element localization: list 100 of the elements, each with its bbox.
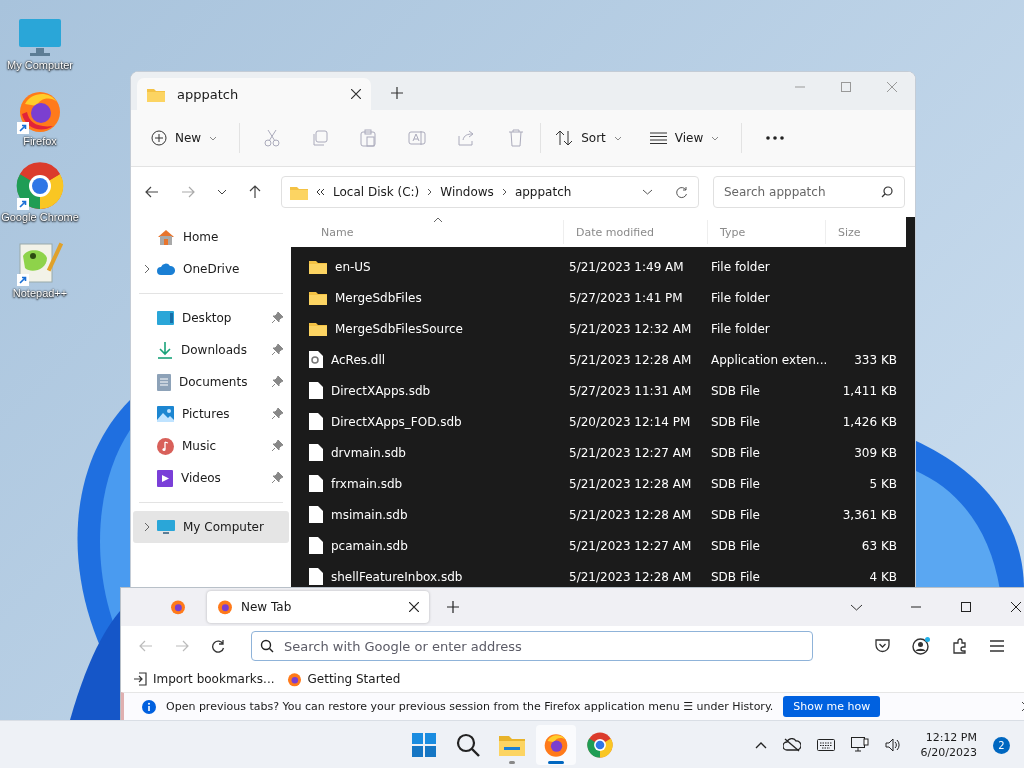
- back-icon[interactable]: [145, 186, 159, 198]
- keyboard-icon[interactable]: [816, 739, 835, 751]
- pin-icon[interactable]: [272, 312, 283, 324]
- sidebar-item[interactable]: Home: [133, 221, 289, 253]
- sidebar-item[interactable]: My Computer: [133, 511, 289, 543]
- file-name[interactable]: AcRes.dll: [331, 352, 386, 367]
- view-button[interactable]: View: [643, 125, 726, 151]
- reload-icon[interactable]: [211, 639, 225, 653]
- caret-icon: [711, 135, 720, 141]
- table-cell-text: 5/21/2023 12:28 AM: [568, 569, 693, 584]
- chevron-down-icon[interactable]: [217, 189, 227, 195]
- more-icon[interactable]: [766, 136, 785, 140]
- close-icon[interactable]: [409, 602, 419, 612]
- column-header[interactable]: Type: [707, 220, 825, 244]
- notepad-icon[interactable]: [17, 240, 63, 286]
- notification-text: Open previous tabs? You can restore your previous session from the Firefox application menu ☰ under History.: [166, 700, 774, 713]
- sidebar-item[interactable]: Desktop: [133, 302, 289, 334]
- file-name[interactable]: pcamain.sdb: [331, 538, 408, 553]
- file-name[interactable]: DirectXApps.sdb: [331, 383, 431, 398]
- file-name[interactable]: MergeSdbFiles: [335, 290, 422, 305]
- table-cell: 4 KB: [869, 569, 897, 584]
- file-name[interactable]: shellFeatureInbox.sdb: [331, 569, 463, 584]
- file-name[interactable]: frxmain.sdb: [331, 476, 403, 491]
- table-cell: 309 KB: [854, 445, 897, 460]
- account-icon[interactable]: [912, 637, 930, 655]
- close-icon[interactable]: [351, 89, 361, 99]
- table-cell: 333 KB: [854, 352, 897, 367]
- monitor-icon: [157, 519, 175, 535]
- sidebar-item[interactable]: Music: [133, 430, 289, 462]
- chrome-icon[interactable]: [16, 162, 64, 210]
- tab-title: apppatch: [177, 86, 240, 102]
- taskbar-app[interactable]: [536, 725, 576, 765]
- sort-button[interactable]: Sort: [549, 124, 628, 152]
- sidebar-item[interactable]: Downloads: [133, 334, 289, 366]
- pin-icon[interactable]: [272, 376, 283, 388]
- breadcrumb[interactable]: Windows: [440, 185, 494, 199]
- cloud-off-icon[interactable]: [782, 738, 801, 752]
- column-header[interactable]: Size: [825, 220, 897, 244]
- table-cell-text: 5/21/2023 12:27 AM: [568, 538, 693, 553]
- pin-icon[interactable]: [272, 472, 283, 484]
- address-field[interactable]: Search with Google or enter address: [251, 631, 813, 661]
- new-tab-icon[interactable]: [447, 601, 459, 613]
- pocket-icon[interactable]: [875, 639, 890, 653]
- extensions-icon[interactable]: [952, 638, 968, 654]
- address-bar[interactable]: Local Disk (C:) Windows apppatch: [281, 176, 699, 208]
- maximize-icon[interactable]: [961, 602, 971, 612]
- expand-chevron-icon[interactable]: [143, 264, 151, 274]
- file-name[interactable]: DirectXApps_FOD.sdb: [331, 414, 462, 429]
- show-me-how-button[interactable]: Show me how: [783, 696, 881, 717]
- up-icon[interactable]: [249, 185, 261, 199]
- new-tab-icon[interactable]: [391, 87, 403, 99]
- table-cell: 5 KB: [869, 476, 897, 491]
- notification-badge[interactable]: 2: [993, 736, 1010, 754]
- table-cell-text: 5/21/2023 1:49 AM: [568, 259, 685, 274]
- file-icon: [309, 382, 323, 399]
- bookmark-item[interactable]: Import bookmarks...: [133, 672, 275, 686]
- sidebar-item[interactable]: Videos: [133, 462, 289, 494]
- pin-icon[interactable]: [272, 440, 283, 452]
- column-header[interactable]: Name: [291, 220, 563, 244]
- column-header[interactable]: Date modified: [563, 220, 707, 244]
- file-name[interactable]: MergeSdbFilesSource: [335, 321, 463, 336]
- chevron-up-icon[interactable]: [754, 741, 767, 749]
- search-icon[interactable]: [881, 186, 893, 198]
- pin-icon[interactable]: [272, 344, 283, 356]
- bookmark-item[interactable]: Getting Started: [286, 671, 401, 687]
- refresh-icon[interactable]: [675, 185, 688, 199]
- house-icon: [157, 229, 175, 245]
- file-icon: [309, 506, 323, 523]
- file-icon: [309, 475, 323, 492]
- browser-tab[interactable]: New Tab: [207, 591, 429, 623]
- network-icon[interactable]: [850, 737, 869, 753]
- table-cell-text: File folder: [710, 259, 771, 274]
- chevron-down-icon[interactable]: [850, 603, 863, 611]
- file-name[interactable]: drvmain.sdb: [331, 445, 406, 460]
- folder-tab[interactable]: apppatch: [137, 78, 371, 110]
- sidebar-item[interactable]: Documents: [133, 366, 289, 398]
- breadcrumb[interactable]: Local Disk (C:): [333, 185, 420, 199]
- table-cell-text: 5/21/2023 12:28 AM: [568, 476, 693, 491]
- overflow-chevrons-icon[interactable]: [316, 188, 325, 196]
- info-icon: [142, 699, 156, 714]
- table-cell: 3,361 KB: [842, 507, 897, 522]
- search-field[interactable]: Search apppatch: [713, 176, 905, 208]
- sidebar-item[interactable]: Pictures: [133, 398, 289, 430]
- folder-icon: [290, 184, 308, 200]
- new-button[interactable]: New: [145, 124, 224, 152]
- volume-icon[interactable]: [884, 738, 901, 752]
- pin-icon[interactable]: [272, 408, 283, 420]
- chrome-icon: [587, 732, 613, 758]
- sidebar-item[interactable]: OneDrive: [133, 253, 289, 285]
- folder-icon: [309, 259, 327, 274]
- close-icon[interactable]: [1011, 602, 1021, 612]
- chevron-down-icon[interactable]: [642, 189, 653, 195]
- breadcrumb[interactable]: apppatch: [514, 185, 572, 199]
- clock[interactable]: 12:12 PM 6/20/2023: [920, 730, 977, 760]
- menu-icon[interactable]: [990, 640, 1004, 652]
- expand-chevron-icon[interactable]: [143, 522, 151, 532]
- table-cell-text: SDB File: [710, 445, 761, 460]
- table-cell-text: File folder: [710, 290, 771, 305]
- file-name[interactable]: en-US: [335, 259, 371, 274]
- file-name[interactable]: msimain.sdb: [331, 507, 408, 522]
